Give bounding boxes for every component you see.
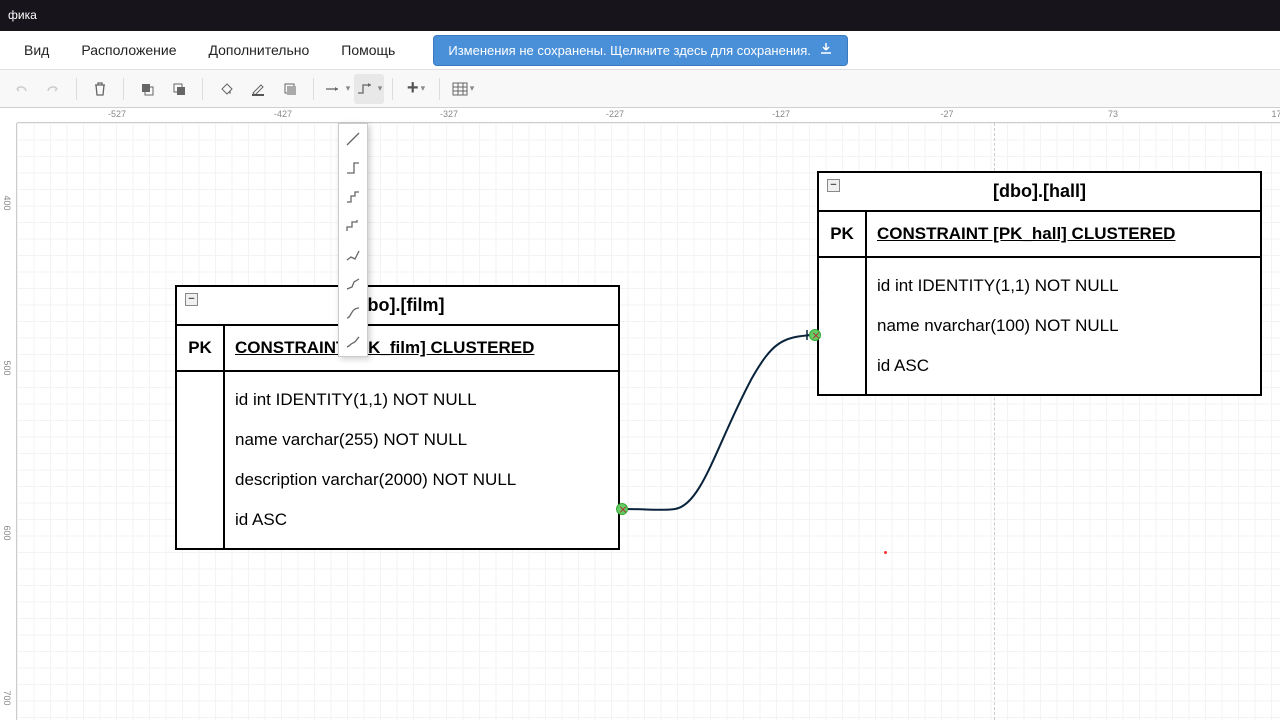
menu-arrange[interactable]: Расположение [67,36,190,64]
collapse-icon[interactable]: − [827,179,840,192]
field-row[interactable]: id int IDENTITY(1,1) NOT NULL [235,380,608,420]
delete-button[interactable] [85,74,115,104]
fill-color-button[interactable] [211,74,241,104]
waypoint-orth-horizontal[interactable] [339,182,367,211]
collapse-icon[interactable]: − [185,293,198,306]
ruler-vertical: 400 500 600 700 [0,123,17,720]
save-changes-label: Изменения не сохранены. Щелкните здесь д… [448,43,811,58]
connection-style-button[interactable]: ▾ [322,74,352,104]
field-row[interactable]: name varchar(255) NOT NULL [235,420,608,460]
caret-marker [884,551,887,554]
toolbar: ▾ ▾ +▾ ▾ [0,70,1280,108]
redo-button [38,74,68,104]
save-changes-button[interactable]: Изменения не сохранены. Щелкните здесь д… [433,35,848,66]
waypoint-orth-simple[interactable] [339,153,367,182]
diagram-canvas[interactable]: − [dbo].[film] PK CONSTRAINT [PK_film] C… [17,123,1280,720]
add-button[interactable]: +▾ [401,74,431,104]
constraint-header: CONSTRAINT [PK_hall] CLUSTERED [867,212,1260,256]
edge-endpoint-source[interactable] [616,503,628,515]
menubar: Вид Расположение Дополнительно Помощь Из… [0,31,1280,70]
waypoints-menu [338,123,368,357]
waypoint-isometric1[interactable] [339,240,367,269]
menu-view[interactable]: Вид [10,36,63,64]
entity-film[interactable]: − [dbo].[film] PK CONSTRAINT [PK_film] C… [175,285,620,550]
waypoint-orth-vertical[interactable] [339,211,367,240]
menu-help[interactable]: Помощь [327,36,409,64]
waypoint-curved[interactable] [339,298,367,327]
undo-button [6,74,36,104]
download-icon [819,42,833,59]
waypoint-isometric2[interactable] [339,269,367,298]
waypoint-entity-relation[interactable] [339,327,367,356]
field-row[interactable]: id int IDENTITY(1,1) NOT NULL [877,266,1250,306]
edge-endpoint-target[interactable] [809,329,821,341]
entity-hall-title[interactable]: − [dbo].[hall] [819,173,1260,212]
table-button[interactable]: ▾ [448,74,478,104]
entity-film-title[interactable]: − [dbo].[film] [177,287,618,326]
to-front-button[interactable] [132,74,162,104]
constraint-header: CONSTRAINT [PK_film] CLUSTERED [225,326,618,370]
waypoint-straight[interactable] [339,124,367,153]
to-back-button[interactable] [164,74,194,104]
ruler-horizontal: -527 -427 -327 -227 -127 -27 73 173 [17,108,1280,123]
line-color-button[interactable] [243,74,273,104]
waypoints-button[interactable]: ▾ [354,74,384,104]
pk-header: PK [819,212,867,256]
pk-header: PK [177,326,225,370]
field-row[interactable]: name nvarchar(100) NOT NULL [877,306,1250,346]
menu-extras[interactable]: Дополнительно [195,36,324,64]
shadow-button[interactable] [275,74,305,104]
entity-hall[interactable]: − [dbo].[hall] PK CONSTRAINT [PK_hall] C… [817,171,1262,396]
field-row[interactable]: id ASC [235,500,608,540]
field-row[interactable]: description varchar(2000) NOT NULL [235,460,608,500]
window-title: фика [0,0,1280,31]
field-row[interactable]: id ASC [877,346,1250,386]
